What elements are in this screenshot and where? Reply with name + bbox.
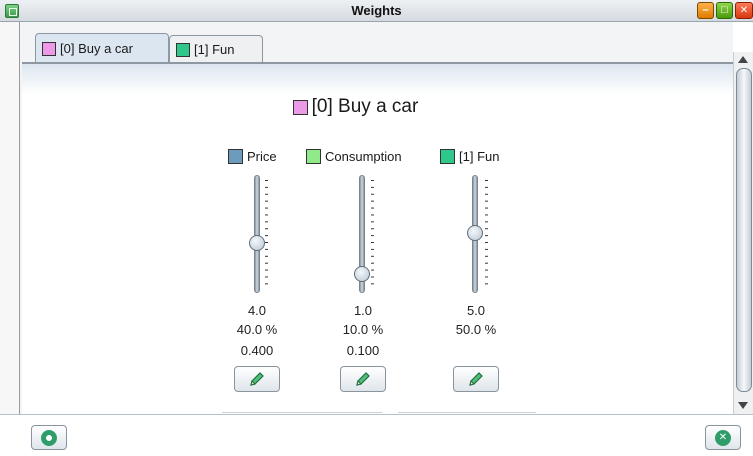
edit-price-button[interactable] <box>234 366 280 392</box>
criterion-color-swatch <box>306 149 321 164</box>
page-heading: [0] Buy a car <box>0 96 711 118</box>
price-normalized: 0.400 <box>240 343 274 358</box>
price-value: 4.0 <box>247 303 267 318</box>
heading-color-swatch <box>292 99 308 115</box>
close-window-button[interactable] <box>735 2 753 19</box>
left-border <box>0 22 20 414</box>
window-title: Weights <box>351 3 402 18</box>
cancel-icon <box>715 429 731 446</box>
criterion-label: Consumption <box>325 149 402 164</box>
heading-label: [0] Buy a car <box>311 96 419 117</box>
help-button[interactable] <box>31 425 67 450</box>
criterion-label-price: Price <box>228 149 277 164</box>
cancel-button[interactable] <box>705 425 741 450</box>
tab-buy-a-car[interactable]: [0] Buy a car <box>35 33 169 63</box>
tab-label: [1] Fun <box>194 42 235 57</box>
fun-slider-ticks <box>485 180 488 290</box>
fun-value: 5.0 <box>466 303 486 318</box>
tab-color-swatch <box>176 42 190 57</box>
criterion-color-swatch <box>440 149 455 164</box>
maximize-button[interactable] <box>716 2 733 19</box>
tab-color-swatch <box>42 41 56 56</box>
edit-fun-button[interactable] <box>453 366 499 392</box>
lifebuoy-icon <box>41 429 57 446</box>
fun-percent: 50.0 % <box>455 322 497 337</box>
price-slider[interactable] <box>254 175 260 293</box>
fun-slider-thumb[interactable] <box>467 225 483 241</box>
pencil-icon <box>469 372 483 386</box>
tab-label: [0] Buy a car <box>60 41 133 56</box>
bottom-bar <box>0 414 753 456</box>
tab-fun[interactable]: [1] Fun <box>169 35 263 63</box>
title-bar: Weights <box>0 0 753 22</box>
pencil-icon <box>250 372 264 386</box>
scroll-up-arrow-icon[interactable] <box>738 56 748 63</box>
pencil-icon <box>356 372 370 386</box>
consumption-value: 1.0 <box>353 303 373 318</box>
divider <box>222 412 382 413</box>
minimize-button[interactable] <box>697 2 714 19</box>
divider <box>398 412 536 413</box>
criterion-label: Price <box>247 149 277 164</box>
edit-consumption-button[interactable] <box>340 366 386 392</box>
criterion-color-swatch <box>228 149 243 164</box>
criterion-label: [1] Fun <box>459 149 500 164</box>
criterion-label-consumption: Consumption <box>306 149 402 164</box>
price-percent: 40.0 % <box>236 322 278 337</box>
scrollbar-thumb[interactable] <box>736 68 752 392</box>
price-slider-thumb[interactable] <box>249 235 265 251</box>
consumption-slider-thumb[interactable] <box>354 266 370 282</box>
consumption-normalized: 0.100 <box>346 343 380 358</box>
consumption-slider-ticks <box>371 180 374 290</box>
scroll-down-arrow-icon[interactable] <box>738 402 748 409</box>
criterion-label-fun: [1] Fun <box>440 149 499 164</box>
price-slider-ticks <box>265 180 268 290</box>
consumption-percent: 10.0 % <box>342 322 384 337</box>
